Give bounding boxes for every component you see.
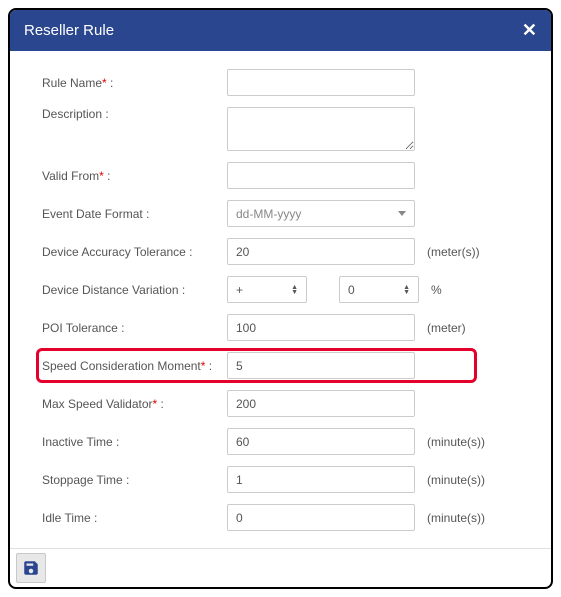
max-speed-input[interactable] (227, 390, 415, 417)
label-speed-consideration: Speed Consideration Moment* : (42, 359, 227, 373)
unit-poi-tolerance: (meter) (427, 321, 466, 335)
label-rule-name: Rule Name* : (42, 76, 227, 90)
device-distance-op-select[interactable]: + ▲▼ (227, 276, 307, 303)
row-rule-name: Rule Name* : (42, 69, 531, 96)
unit-device-accuracy: (meter(s)) (427, 245, 480, 259)
chevron-down-icon (398, 211, 406, 216)
dialog: Reseller Rule ✕ Rule Name* : Description… (8, 8, 553, 589)
row-valid-from: Valid From* : (42, 162, 531, 189)
row-event-date-format: Event Date Format : dd-MM-yyyy (42, 200, 531, 227)
label-inactive-time: Inactive Time : (42, 435, 227, 449)
unit-stoppage-time: (minute(s)) (427, 473, 485, 487)
spinner-icon: ▲▼ (291, 285, 298, 295)
idle-time-input[interactable] (227, 504, 415, 531)
close-icon[interactable]: ✕ (522, 20, 537, 41)
row-stoppage-time: Stoppage Time : (minute(s)) (42, 466, 531, 493)
row-idle-time: Idle Time : (minute(s)) (42, 504, 531, 531)
unit-idle-time: (minute(s)) (427, 511, 485, 525)
label-description: Description : (42, 107, 227, 121)
poi-tolerance-input[interactable] (227, 314, 415, 341)
spinner-icon: ▲▼ (403, 285, 410, 295)
label-stoppage-time: Stoppage Time : (42, 473, 227, 487)
row-max-speed: Max Speed Validator* : (42, 390, 531, 417)
row-device-distance: Device Distance Variation : + ▲▼ 0 ▲▼ % (42, 276, 531, 303)
save-icon (22, 559, 40, 577)
label-idle-time: Idle Time : (42, 511, 227, 525)
row-speed-consideration: Speed Consideration Moment* : (42, 352, 531, 379)
unit-device-distance: % (431, 283, 442, 297)
footer (10, 548, 551, 587)
device-distance-num-input[interactable]: 0 ▲▼ (339, 276, 419, 303)
label-device-distance: Device Distance Variation : (42, 283, 227, 297)
event-date-format-select[interactable]: dd-MM-yyyy (227, 200, 415, 227)
label-device-accuracy: Device Accuracy Tolerance : (42, 245, 227, 259)
label-event-date-format: Event Date Format : (42, 207, 227, 221)
titlebar: Reseller Rule ✕ (10, 10, 551, 51)
device-accuracy-input[interactable] (227, 238, 415, 265)
inactive-time-input[interactable] (227, 428, 415, 455)
unit-inactive-time: (minute(s)) (427, 435, 485, 449)
rule-name-input[interactable] (227, 69, 415, 96)
valid-from-input[interactable] (227, 162, 415, 189)
label-valid-from: Valid From* : (42, 169, 227, 183)
label-max-speed: Max Speed Validator* : (42, 397, 227, 411)
form-body: Rule Name* : Description : Valid From* :… (10, 51, 551, 548)
stoppage-time-input[interactable] (227, 466, 415, 493)
label-poi-tolerance: POI Tolerance : (42, 321, 227, 335)
row-device-accuracy: Device Accuracy Tolerance : (meter(s)) (42, 238, 531, 265)
save-button[interactable] (16, 553, 46, 583)
row-inactive-time: Inactive Time : (minute(s)) (42, 428, 531, 455)
row-description: Description : (42, 107, 531, 151)
speed-consideration-input[interactable] (227, 352, 415, 379)
description-input[interactable] (227, 107, 415, 151)
dialog-title: Reseller Rule (24, 22, 114, 39)
row-poi-tolerance: POI Tolerance : (meter) (42, 314, 531, 341)
